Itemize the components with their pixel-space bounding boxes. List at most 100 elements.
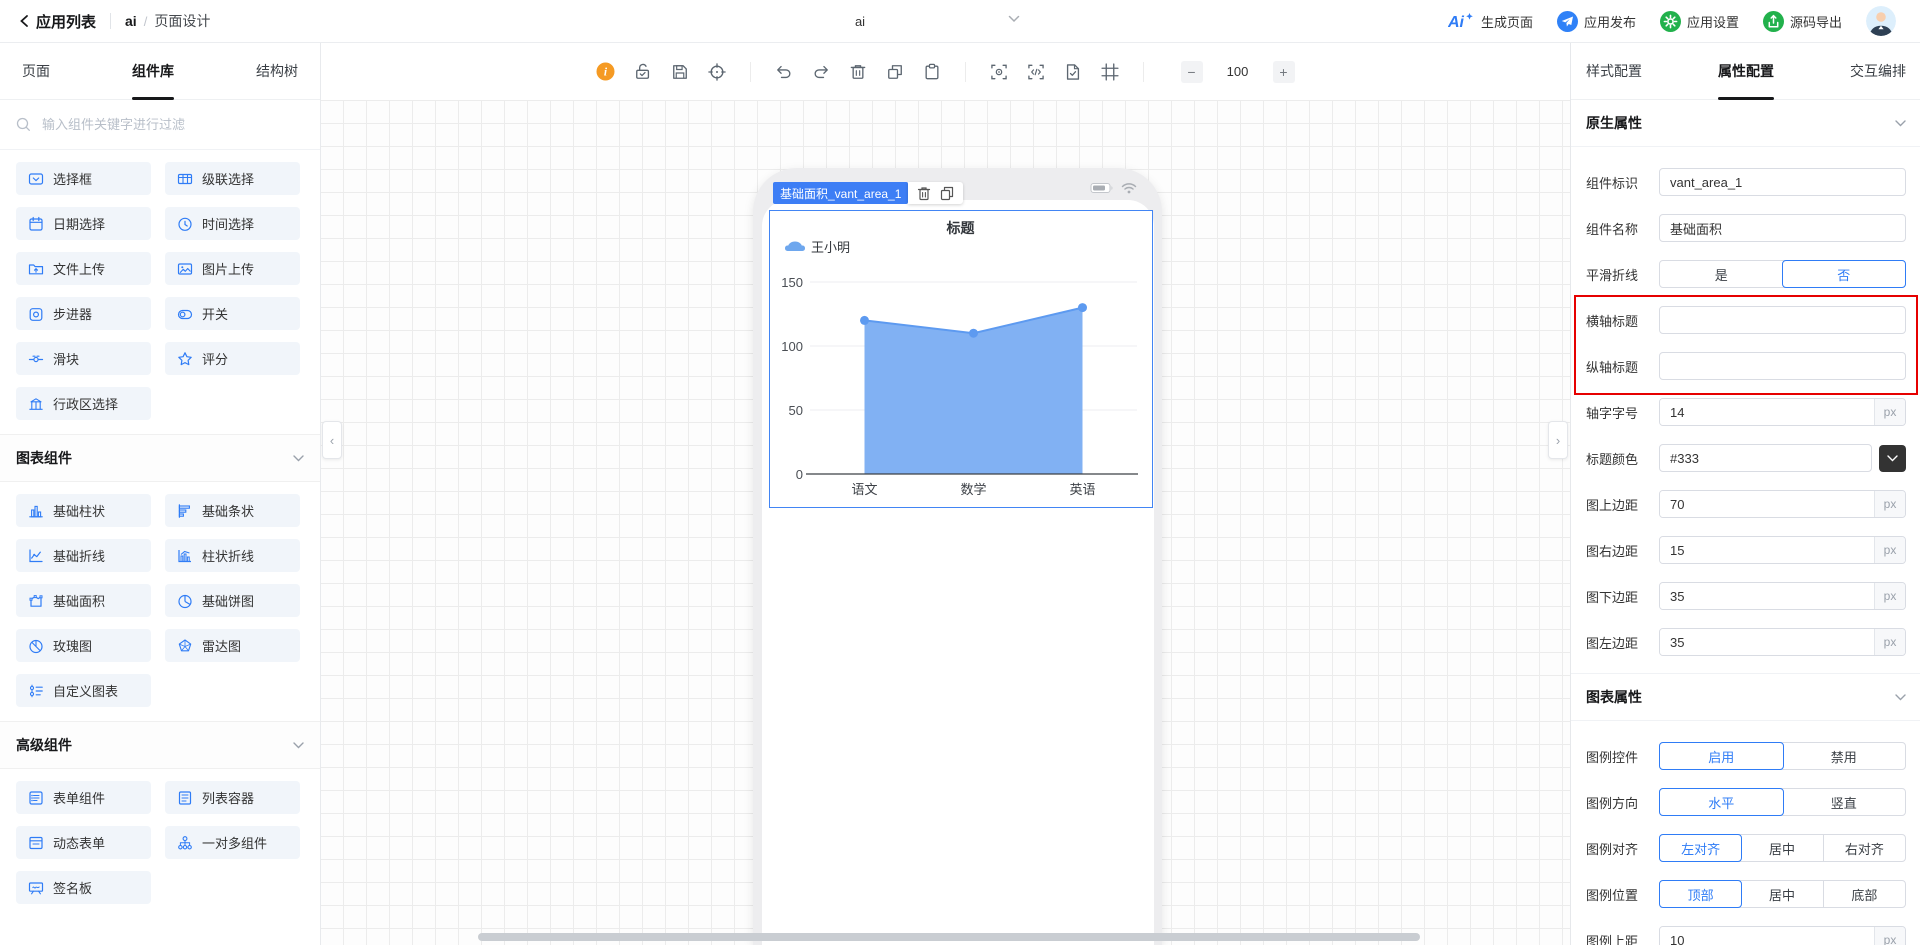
- topbar-action-export[interactable]: 源码导出: [1762, 10, 1842, 32]
- segment-option-是[interactable]: 是: [1660, 261, 1783, 287]
- page-select-dropdown[interactable]: ai: [690, 0, 1030, 42]
- property-row-轴字字号: 轴字字号 px: [1571, 389, 1920, 435]
- selected-component-tag[interactable]: 基础面积_vant_area_1: [773, 182, 909, 204]
- unit-suffix: px: [1874, 491, 1905, 517]
- chart-legend-label: 王小明: [811, 240, 850, 255]
- sidebar-tab-组件库[interactable]: 组件库: [132, 43, 174, 100]
- color-picker-button[interactable]: [1879, 444, 1906, 472]
- segment-option-水平[interactable]: 水平: [1659, 788, 1784, 816]
- property-input-图上边距[interactable]: [1660, 491, 1874, 517]
- unit-suffix: px: [1874, 583, 1905, 609]
- component-item-district[interactable]: 行政区选择: [16, 387, 151, 420]
- component-item-star[interactable]: 评分: [165, 342, 300, 375]
- component-item-hbar[interactable]: 基础条状: [165, 494, 300, 527]
- component-item-combo[interactable]: 柱状折线: [165, 539, 300, 572]
- toolbar-duplicate-icon[interactable]: [885, 62, 905, 82]
- selection-tag-row: 基础面积_vant_area_1: [773, 182, 964, 204]
- component-item-file-upload[interactable]: 文件上传: [16, 252, 151, 285]
- component-item-cascade[interactable]: 级联选择: [165, 162, 300, 195]
- delete-component-icon[interactable]: [917, 186, 931, 201]
- component-item-form[interactable]: 表单组件: [16, 781, 151, 814]
- component-item-bar[interactable]: 基础柱状: [16, 494, 151, 527]
- sidebar-tab-结构树[interactable]: 结构树: [256, 43, 298, 99]
- copy-component-icon[interactable]: [940, 186, 954, 201]
- segment-option-右对齐[interactable]: 右对齐: [1822, 835, 1905, 861]
- toolbar-trash-icon[interactable]: [848, 62, 868, 82]
- topbar-action-settings[interactable]: 应用设置: [1659, 10, 1739, 32]
- toolbar-crosshair-icon[interactable]: [707, 62, 727, 82]
- toolbar-redo-icon[interactable]: [811, 62, 831, 82]
- avatar[interactable]: [1866, 6, 1896, 36]
- back-chevron-icon[interactable]: [18, 14, 30, 28]
- collapse-inspector-button[interactable]: ›: [1548, 421, 1568, 459]
- component-item-slider[interactable]: 滑块: [16, 342, 151, 375]
- toolbar-doc-check-icon[interactable]: [1063, 62, 1083, 82]
- segment-option-禁用[interactable]: 禁用: [1783, 743, 1906, 769]
- property-input-纵轴标题[interactable]: [1659, 352, 1906, 380]
- segment-option-竖直[interactable]: 竖直: [1783, 789, 1906, 815]
- zoom-out-button[interactable]: −: [1180, 60, 1203, 83]
- inspector-tab-交互编排[interactable]: 交互编排: [1850, 43, 1906, 99]
- toolbar-eye-scan-icon[interactable]: [989, 62, 1009, 82]
- toolbar-undo-icon[interactable]: [774, 62, 794, 82]
- segment-option-底部[interactable]: 底部: [1822, 881, 1905, 907]
- component-item-one-to-many[interactable]: 一对多组件: [165, 826, 300, 859]
- segment-option-左对齐[interactable]: 左对齐: [1659, 834, 1743, 862]
- toolbar-code-scan-icon[interactable]: [1026, 62, 1046, 82]
- component-item-radar[interactable]: 雷达图: [165, 629, 300, 662]
- chev-down-icon[interactable]: [1895, 693, 1906, 701]
- component-item-line[interactable]: 基础折线: [16, 539, 151, 572]
- property-input-标题颜色[interactable]: [1659, 444, 1872, 472]
- toolbar-save-icon[interactable]: [670, 62, 690, 82]
- component-item-checkbox[interactable]: 选择框: [16, 162, 151, 195]
- search-input[interactable]: [40, 116, 304, 133]
- component-item-image-upload[interactable]: 图片上传: [165, 252, 300, 285]
- toolbar-artboard-icon[interactable]: [1100, 62, 1120, 82]
- property-input-组件标识[interactable]: [1659, 168, 1906, 196]
- back-to-app-list[interactable]: 应用列表: [36, 11, 96, 32]
- property-input-图左边距[interactable]: [1660, 629, 1874, 655]
- horizontal-scrollbar[interactable]: [478, 933, 1420, 941]
- property-input-组件名称[interactable]: [1659, 214, 1906, 242]
- component-item-area[interactable]: 基础面积: [16, 584, 151, 617]
- topbar-action-publish[interactable]: 应用发布: [1556, 10, 1636, 32]
- component-item-date[interactable]: 日期选择: [16, 207, 151, 240]
- component-item-list-container[interactable]: 列表容器: [165, 781, 300, 814]
- toolbar-info-icon[interactable]: i: [596, 62, 616, 82]
- inspector-tab-属性配置[interactable]: 属性配置: [1718, 43, 1774, 100]
- page-crumb: 页面设计: [154, 13, 211, 29]
- chev-down-icon[interactable]: [293, 454, 304, 462]
- component-item-signature[interactable]: 签名板: [16, 871, 151, 904]
- segment-option-居中[interactable]: 居中: [1741, 835, 1822, 861]
- topbar-action-ai-logo[interactable]: Ai 生成页面: [1448, 12, 1533, 31]
- component-item-custom[interactable]: 自定义图表: [16, 674, 151, 707]
- component-item-time[interactable]: 时间选择: [165, 207, 300, 240]
- property-input-图右边距[interactable]: [1660, 537, 1874, 563]
- sidebar-tab-页面[interactable]: 页面: [22, 43, 50, 99]
- property-control: 是否: [1659, 260, 1906, 288]
- toolbar-paste-icon[interactable]: [922, 62, 942, 82]
- property-input-横轴标题[interactable]: [1659, 306, 1906, 334]
- collapse-sidebar-button[interactable]: ‹: [322, 421, 342, 459]
- chev-down-icon[interactable]: [293, 741, 304, 749]
- component-item-dynamic-form[interactable]: 动态表单: [16, 826, 151, 859]
- property-input-图例上距[interactable]: [1660, 927, 1874, 945]
- component-item-pie[interactable]: 基础饼图: [165, 584, 300, 617]
- inspector-tab-样式配置[interactable]: 样式配置: [1586, 43, 1642, 99]
- component-item-stepper[interactable]: 步进器: [16, 297, 151, 330]
- zoom-in-button[interactable]: +: [1272, 60, 1295, 83]
- time-icon: [177, 216, 193, 232]
- segment-option-否[interactable]: 否: [1781, 260, 1906, 288]
- component-item-rose[interactable]: 玫瑰图: [16, 629, 151, 662]
- area-chart-component[interactable]: 0 50 100 150 语文 数学 英语 标题 王小明: [769, 210, 1153, 508]
- segment-option-顶部[interactable]: 顶部: [1659, 880, 1743, 908]
- segment-option-启用[interactable]: 启用: [1659, 742, 1784, 770]
- component-item-switch[interactable]: 开关: [165, 297, 300, 330]
- component-sidebar: 页面 组件库 结构树 选择框 级联选择日期选择 时间选择文件上传 图片上传步进器 开关滑块 评…: [0, 43, 321, 945]
- segment-option-居中[interactable]: 居中: [1741, 881, 1822, 907]
- property-input-轴字字号[interactable]: [1660, 399, 1874, 425]
- property-control: px: [1659, 582, 1906, 610]
- toolbar-unlock-icon[interactable]: [633, 62, 653, 82]
- chev-down-icon[interactable]: [1895, 119, 1906, 127]
- property-input-图下边距[interactable]: [1660, 583, 1874, 609]
